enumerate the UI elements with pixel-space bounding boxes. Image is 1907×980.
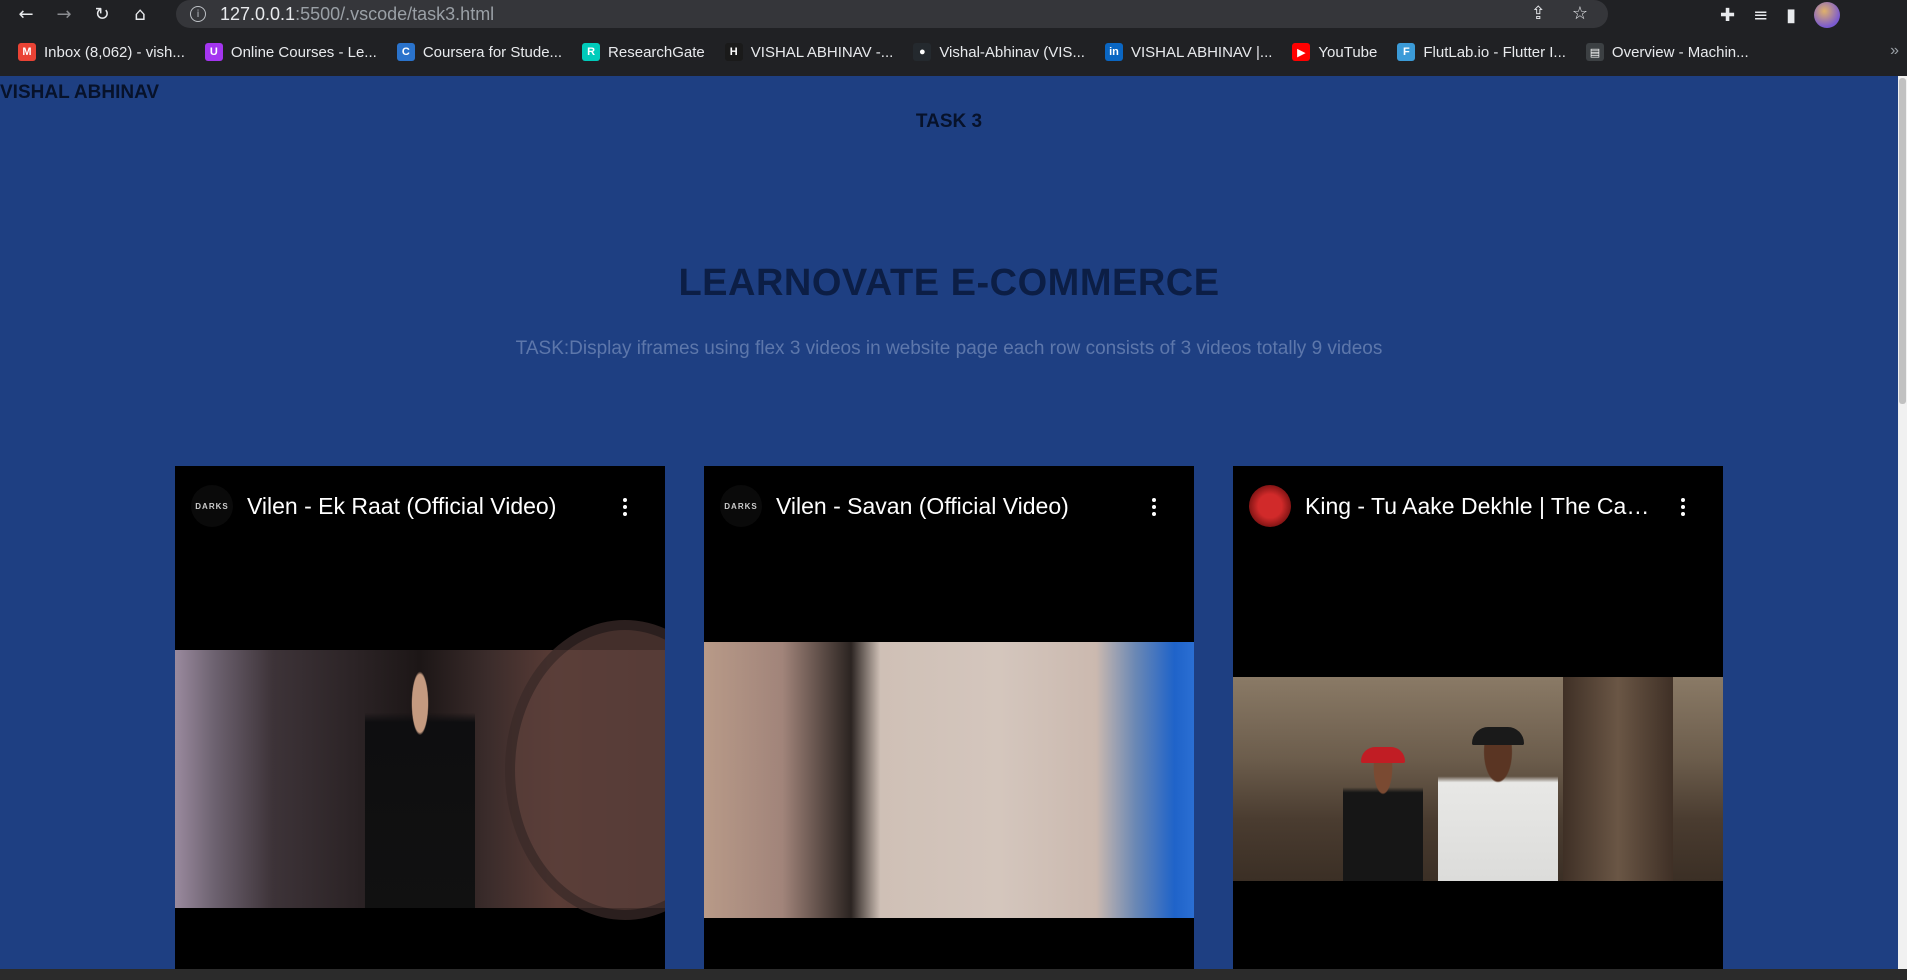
channel-avatar[interactable] xyxy=(1249,485,1291,527)
address-bar[interactable]: i 127.0.0.1:5500/.vscode/task3.html ⇪ ☆ xyxy=(176,0,1608,28)
bookmark-item[interactable]: H VISHAL ABHINAV -... xyxy=(724,43,894,61)
thumbnail-tree xyxy=(1563,677,1673,881)
bookmarks-bar: M Inbox (8,062) - vish... U Online Courses … xyxy=(0,28,1907,76)
bookmark-item[interactable]: ▶ YouTube xyxy=(1292,43,1377,61)
video-embed[interactable]: DARKS Vilen - Ek Raat (Official Video) xyxy=(175,466,665,969)
extensions-icon[interactable]: ✚ xyxy=(1720,5,1735,26)
page-content: VISHAL ABHINAV TASK 3 LEARNOVATE E-COMME… xyxy=(0,76,1907,969)
youtube-icon: ▶ xyxy=(1292,43,1311,61)
bookmark-item[interactable]: C Coursera for Stude... xyxy=(396,43,563,61)
video-header: King - Tu Aake Dekhle | The Carn... xyxy=(1233,466,1723,546)
thumbnail-person xyxy=(1438,727,1558,881)
bookmark-item[interactable]: U Online Courses - Le... xyxy=(204,43,377,61)
linkedin-icon: in xyxy=(1104,43,1123,61)
bookmark-item[interactable]: R ResearchGate xyxy=(582,43,705,61)
task-heading: TASK 3 xyxy=(915,111,983,132)
hero-subtitle: TASK:Display iframes using flex 3 videos… xyxy=(515,338,1383,359)
video-thumbnail[interactable] xyxy=(1233,677,1723,881)
bookmark-label: ResearchGate xyxy=(608,43,705,61)
bookmarks-overflow-icon[interactable]: » xyxy=(1890,42,1899,60)
thumbnail-person xyxy=(365,670,475,908)
video-title[interactable]: King - Tu Aake Dekhle | The Carn... xyxy=(1305,493,1655,520)
bookmark-item[interactable]: M Inbox (8,062) - vish... xyxy=(18,43,185,61)
page-scrollbar[interactable] xyxy=(1898,76,1907,969)
bookmark-label: FlutLab.io - Flutter I... xyxy=(1423,43,1566,61)
video-thumbnail[interactable] xyxy=(704,642,1194,918)
url-text[interactable]: 127.0.0.1:5500/.vscode/task3.html xyxy=(220,4,494,25)
taskbar-edge xyxy=(0,969,1907,980)
home-icon[interactable]: ⌂ xyxy=(128,2,152,26)
side-panel-icon[interactable]: ▮ xyxy=(1786,5,1796,26)
forward-icon[interactable]: → xyxy=(52,2,76,26)
udemy-icon: U xyxy=(204,43,223,61)
hero-title: LEARNOVATE E-COMMERCE xyxy=(678,262,1220,304)
bookmark-label: Overview - Machin... xyxy=(1611,43,1749,61)
video-row: DARKS Vilen - Ek Raat (Official Video) D… xyxy=(175,466,1723,969)
more-options-icon[interactable] xyxy=(1152,498,1156,519)
site-icon: H xyxy=(724,43,743,61)
flutlab-icon: F xyxy=(1397,43,1416,61)
video-title[interactable]: Vilen - Savan (Official Video) xyxy=(776,493,1126,520)
video-header: DARKS Vilen - Ek Raat (Official Video) xyxy=(175,466,665,546)
document-icon: ▤ xyxy=(1585,43,1604,61)
back-icon[interactable]: ← xyxy=(14,2,38,26)
more-options-icon[interactable] xyxy=(1681,498,1685,519)
bookmark-label: VISHAL ABHINAV -... xyxy=(750,43,894,61)
browser-toolbar: ← → ↻ ⌂ i 127.0.0.1:5500/.vscode/task3.h… xyxy=(0,0,1907,28)
url-path: :5500/.vscode/task3.html xyxy=(295,3,495,24)
bookmark-star-icon[interactable]: ☆ xyxy=(1572,3,1588,24)
scrollbar-thumb[interactable] xyxy=(1899,78,1906,404)
video-title[interactable]: Vilen - Ek Raat (Official Video) xyxy=(247,493,597,520)
profile-avatar[interactable] xyxy=(1814,2,1841,28)
reload-icon[interactable]: ↻ xyxy=(90,2,114,26)
url-host: 127.0.0.1 xyxy=(220,3,296,24)
gmail-icon: M xyxy=(18,43,36,61)
bookmark-label: Coursera for Stude... xyxy=(422,43,563,61)
bookmark-label: VISHAL ABHINAV |... xyxy=(1130,43,1273,61)
bookmark-item[interactable]: ▤ Overview - Machin... xyxy=(1585,43,1749,61)
channel-avatar[interactable]: DARKS xyxy=(191,485,233,527)
bookmark-item[interactable]: in VISHAL ABHINAV |... xyxy=(1104,43,1273,61)
github-icon: ● xyxy=(913,43,932,61)
video-header: DARKS Vilen - Savan (Official Video) xyxy=(704,466,1194,546)
video-thumbnail[interactable] xyxy=(175,620,665,920)
bookmark-label: YouTube xyxy=(1318,43,1378,61)
bookmark-label: Vishal-Abhinav (VIS... xyxy=(939,43,1085,61)
researchgate-icon: R xyxy=(582,43,601,61)
bookmark-item[interactable]: F FlutLab.io - Flutter I... xyxy=(1397,43,1566,61)
reading-list-icon[interactable]: ≡ xyxy=(1753,5,1768,26)
thumbnail-person xyxy=(1343,747,1423,881)
more-options-icon[interactable] xyxy=(623,498,627,519)
video-embed[interactable]: King - Tu Aake Dekhle | The Carn... xyxy=(1233,466,1723,969)
bookmark-label: Inbox (8,062) - vish... xyxy=(44,43,185,61)
channel-avatar[interactable]: DARKS xyxy=(720,485,762,527)
site-info-icon[interactable]: i xyxy=(190,6,206,22)
bookmark-item[interactable]: ● Vishal-Abhinav (VIS... xyxy=(913,43,1085,61)
brand-name: VISHAL ABHINAV xyxy=(0,82,160,103)
bookmark-label: Online Courses - Le... xyxy=(230,43,377,61)
coursera-icon: C xyxy=(396,43,415,61)
share-icon[interactable]: ⇪ xyxy=(1531,3,1546,24)
thumbnail-background xyxy=(505,620,665,920)
video-embed[interactable]: DARKS Vilen - Savan (Official Video) xyxy=(704,466,1194,969)
